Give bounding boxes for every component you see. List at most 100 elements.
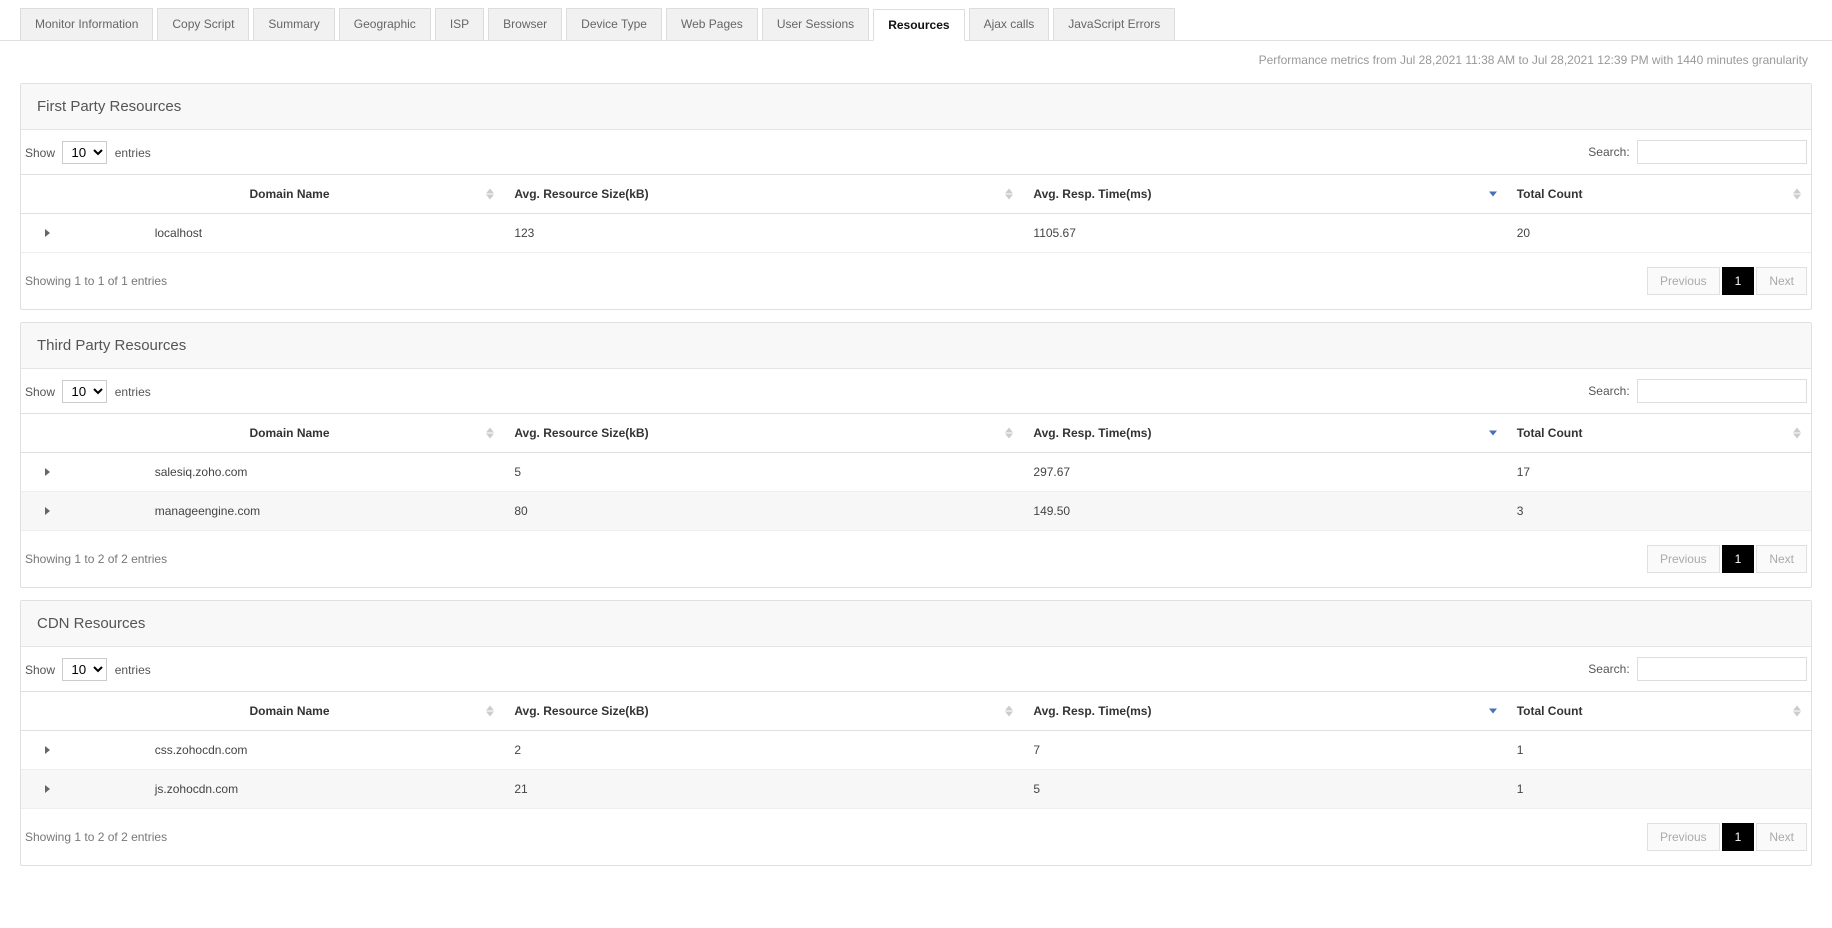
search-input-third[interactable]	[1637, 379, 1807, 403]
col-total-count[interactable]: Total Count	[1507, 692, 1811, 731]
show-label: Show	[25, 146, 55, 160]
cell-domain: salesiq.zoho.com	[75, 453, 505, 492]
cell-time: 149.50	[1023, 492, 1506, 531]
page-1-button[interactable]: 1	[1722, 823, 1755, 851]
table-info-cdn: Showing 1 to 2 of 2 entries	[25, 830, 167, 844]
next-button[interactable]: Next	[1756, 823, 1807, 851]
show-label: Show	[25, 385, 55, 399]
sort-down-icon	[1005, 712, 1013, 717]
sort-up-icon	[1005, 428, 1013, 433]
tab-device-type[interactable]: Device Type	[566, 8, 662, 40]
col-avg-resp-time[interactable]: Avg. Resp. Time(ms)	[1023, 414, 1506, 453]
entries-label: entries	[115, 146, 151, 160]
previous-button[interactable]: Previous	[1647, 545, 1720, 573]
table-third-party: Domain Name Avg. Resource Size(kB) Avg. …	[21, 413, 1811, 531]
cell-domain: css.zohocdn.com	[75, 731, 505, 770]
page-1-button[interactable]: 1	[1722, 545, 1755, 573]
page-size-select-cdn[interactable]: 10	[62, 658, 107, 681]
sort-up-icon	[1793, 706, 1801, 711]
tab-browser[interactable]: Browser	[488, 8, 562, 40]
cell-time: 297.67	[1023, 453, 1506, 492]
cell-size: 80	[504, 492, 1023, 531]
search-label: Search:	[1588, 662, 1629, 676]
expand-icon[interactable]	[45, 468, 50, 476]
tab-isp[interactable]: ISP	[435, 8, 484, 40]
previous-button[interactable]: Previous	[1647, 267, 1720, 295]
tab-summary[interactable]: Summary	[253, 8, 334, 40]
sort-up-icon	[486, 428, 494, 433]
expand-icon[interactable]	[45, 229, 50, 237]
col-avg-size[interactable]: Avg. Resource Size(kB)	[504, 175, 1023, 214]
show-label: Show	[25, 663, 55, 677]
sort-up-icon	[486, 706, 494, 711]
sort-down-icon	[486, 712, 494, 717]
cell-size: 5	[504, 453, 1023, 492]
sort-down-active-icon	[1489, 709, 1497, 714]
previous-button[interactable]: Previous	[1647, 823, 1720, 851]
cell-size: 2	[504, 731, 1023, 770]
expand-icon[interactable]	[45, 746, 50, 754]
col-avg-resp-time[interactable]: Avg. Resp. Time(ms)	[1023, 692, 1506, 731]
section-title-cdn: CDN Resources	[21, 601, 1811, 647]
tab-copy-script[interactable]: Copy Script	[157, 8, 249, 40]
section-first-party: First Party Resources Show 10 entries Se…	[20, 83, 1812, 310]
tab-geographic[interactable]: Geographic	[339, 8, 431, 40]
table-row: salesiq.zoho.com 5 297.67 17	[21, 453, 1811, 492]
col-domain-name[interactable]: Domain Name	[75, 692, 505, 731]
col-total-count[interactable]: Total Count	[1507, 414, 1811, 453]
cell-domain: js.zohocdn.com	[75, 770, 505, 809]
col-domain-name[interactable]: Domain Name	[75, 414, 505, 453]
cell-time: 5	[1023, 770, 1506, 809]
cell-count: 17	[1507, 453, 1811, 492]
cell-time: 1105.67	[1023, 214, 1506, 253]
tab-web-pages[interactable]: Web Pages	[666, 8, 758, 40]
tab-user-sessions[interactable]: User Sessions	[762, 8, 869, 40]
sort-down-active-icon	[1489, 192, 1497, 197]
cell-count: 3	[1507, 492, 1811, 531]
expand-icon[interactable]	[45, 507, 50, 515]
col-avg-size[interactable]: Avg. Resource Size(kB)	[504, 692, 1023, 731]
page-size-select-third[interactable]: 10	[62, 380, 107, 403]
cell-domain: manageengine.com	[75, 492, 505, 531]
search-input-first[interactable]	[1637, 140, 1807, 164]
next-button[interactable]: Next	[1756, 545, 1807, 573]
expand-icon[interactable]	[45, 785, 50, 793]
col-total-count[interactable]: Total Count	[1507, 175, 1811, 214]
sort-up-icon	[486, 189, 494, 194]
col-avg-resp-time[interactable]: Avg. Resp. Time(ms)	[1023, 175, 1506, 214]
tab-resources[interactable]: Resources	[873, 9, 964, 41]
next-button[interactable]: Next	[1756, 267, 1807, 295]
search-label: Search:	[1588, 384, 1629, 398]
cell-count: 20	[1507, 214, 1811, 253]
tab-ajax-calls[interactable]: Ajax calls	[969, 8, 1050, 40]
sort-down-icon	[1793, 712, 1801, 717]
tab-monitor-information[interactable]: Monitor Information	[20, 8, 153, 40]
sort-down-icon	[486, 434, 494, 439]
page-1-button[interactable]: 1	[1722, 267, 1755, 295]
page-size-select-first[interactable]: 10	[62, 141, 107, 164]
cell-domain: localhost	[75, 214, 505, 253]
cell-size: 21	[504, 770, 1023, 809]
section-cdn: CDN Resources Show 10 entries Search:	[20, 600, 1812, 866]
table-info-third: Showing 1 to 2 of 2 entries	[25, 552, 167, 566]
performance-metrics-text: Performance metrics from Jul 28,2021 11:…	[0, 41, 1832, 71]
col-expand	[21, 692, 75, 731]
table-row: js.zohocdn.com 21 5 1	[21, 770, 1811, 809]
search-input-cdn[interactable]	[1637, 657, 1807, 681]
tab-javascript-errors[interactable]: JavaScript Errors	[1053, 8, 1175, 40]
pagination-first: Previous 1 Next	[1647, 267, 1807, 295]
col-domain-name[interactable]: Domain Name	[75, 175, 505, 214]
sort-up-icon	[1793, 428, 1801, 433]
col-expand	[21, 414, 75, 453]
cell-time: 7	[1023, 731, 1506, 770]
sort-down-icon	[1793, 195, 1801, 200]
section-title-third-party: Third Party Resources	[21, 323, 1811, 369]
entries-label: entries	[115, 385, 151, 399]
col-avg-size[interactable]: Avg. Resource Size(kB)	[504, 414, 1023, 453]
table-info-first: Showing 1 to 1 of 1 entries	[25, 274, 167, 288]
table-row: css.zohocdn.com 2 7 1	[21, 731, 1811, 770]
cell-size: 123	[504, 214, 1023, 253]
pagination-cdn: Previous 1 Next	[1647, 823, 1807, 851]
pagination-third: Previous 1 Next	[1647, 545, 1807, 573]
sort-up-icon	[1005, 706, 1013, 711]
